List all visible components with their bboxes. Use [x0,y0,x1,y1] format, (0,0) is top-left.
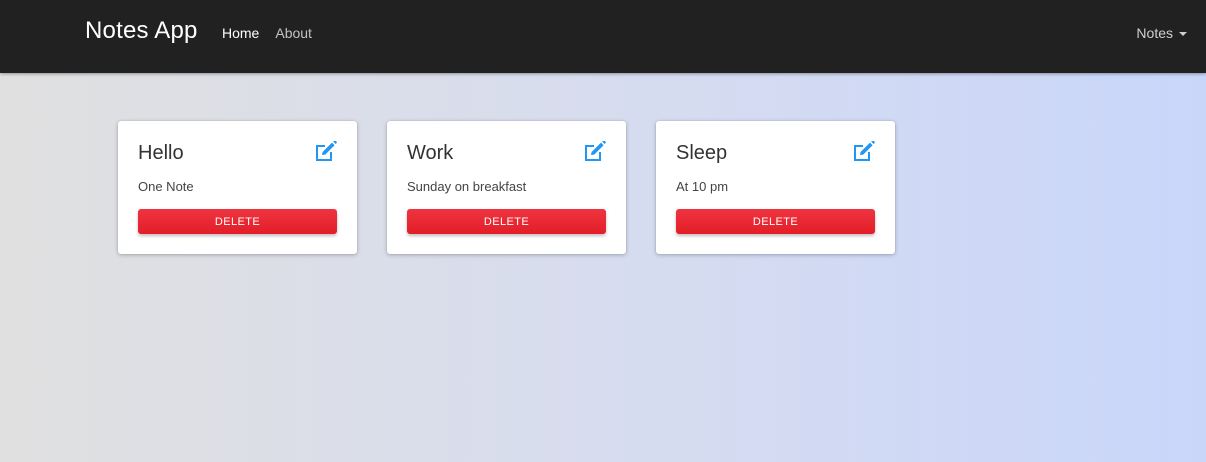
caret-down-icon [1179,31,1187,36]
nav-link-about[interactable]: About [275,25,312,41]
edit-icon[interactable] [852,141,876,163]
edit-icon[interactable] [314,141,338,163]
note-text: One Note [138,179,194,194]
nav-link-home[interactable]: Home [222,25,259,41]
delete-button[interactable]: DELETE [138,209,337,234]
nav-links: Home About [222,25,312,41]
notes-list: Hello One Note DELETE Work Sunday on bre… [118,121,895,254]
brand-logo[interactable]: Notes App [85,17,198,45]
edit-icon[interactable] [583,141,607,163]
note-card: Sleep At 10 pm DELETE [656,121,895,254]
note-title: Work [407,142,454,164]
note-title: Hello [138,142,184,164]
note-title: Sleep [676,142,728,164]
notes-dropdown[interactable]: Notes [1136,25,1187,41]
note-card: Hello One Note DELETE [118,121,357,254]
notes-dropdown-label: Notes [1136,25,1173,41]
delete-button[interactable]: DELETE [676,209,875,234]
note-text: At 10 pm [676,179,729,194]
note-card: Work Sunday on breakfast DELETE [387,121,626,254]
delete-button[interactable]: DELETE [407,209,606,234]
navbar: Notes App Home About Notes [0,0,1206,73]
note-text: Sunday on breakfast [407,179,527,194]
